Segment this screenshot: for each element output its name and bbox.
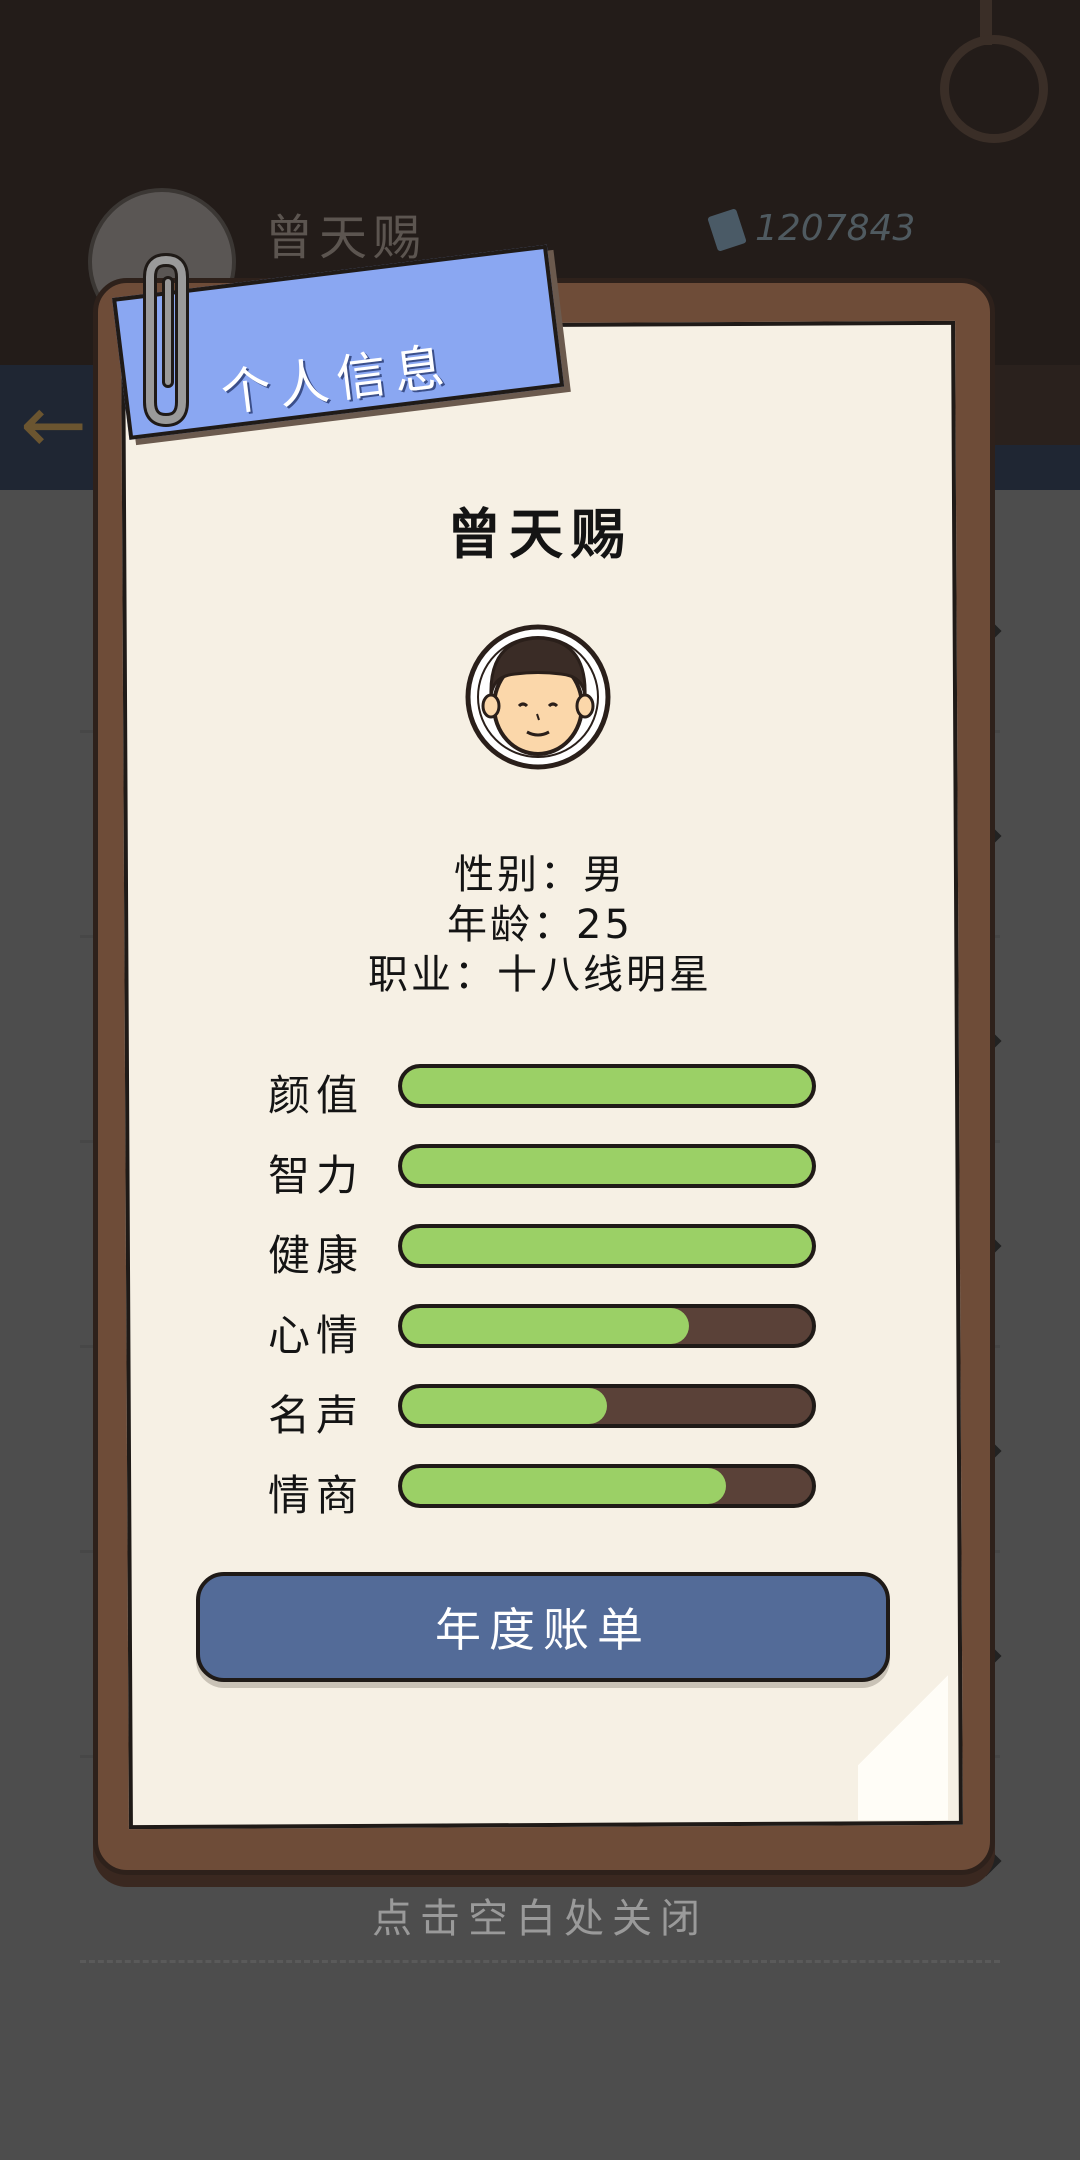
stat-bar	[398, 1224, 816, 1268]
stat-bar-fill	[402, 1148, 812, 1184]
stat-bar-fill	[402, 1068, 812, 1104]
dashed-divider	[80, 1960, 1000, 1963]
stat-label: 智力	[268, 1151, 365, 1200]
stat-bar-fill	[402, 1468, 726, 1504]
stat-label: 颜值	[268, 1071, 365, 1120]
stat-label: 心情	[268, 1311, 365, 1360]
player-name: 曾天赐	[265, 210, 428, 266]
stat-bar	[398, 1064, 816, 1108]
stat-label: 健康	[268, 1231, 365, 1280]
stat-bar	[398, 1304, 816, 1348]
money-amount: 1207843	[755, 208, 916, 249]
stat-bar	[398, 1384, 816, 1428]
stat-bar	[398, 1144, 816, 1188]
hanger-ring-icon	[940, 35, 1048, 143]
stat-bar-fill	[402, 1228, 812, 1264]
stat-bar-fill	[402, 1308, 689, 1344]
job-line: 职业：十八线明星	[368, 952, 712, 998]
stat-bar	[398, 1464, 816, 1508]
character-name: 曾天赐	[447, 503, 633, 566]
stat-bar-fill	[402, 1388, 607, 1424]
arrow-left-icon[interactable]: ←	[20, 385, 87, 465]
stat-label: 名声	[268, 1391, 365, 1440]
paperclip-icon	[143, 252, 189, 427]
avatar	[465, 624, 611, 770]
close-hint[interactable]: 点击空白处关闭	[0, 1886, 1080, 1944]
annual-report-button[interactable]: 年度账单	[196, 1572, 890, 1682]
stat-label: 情商	[268, 1471, 365, 1520]
